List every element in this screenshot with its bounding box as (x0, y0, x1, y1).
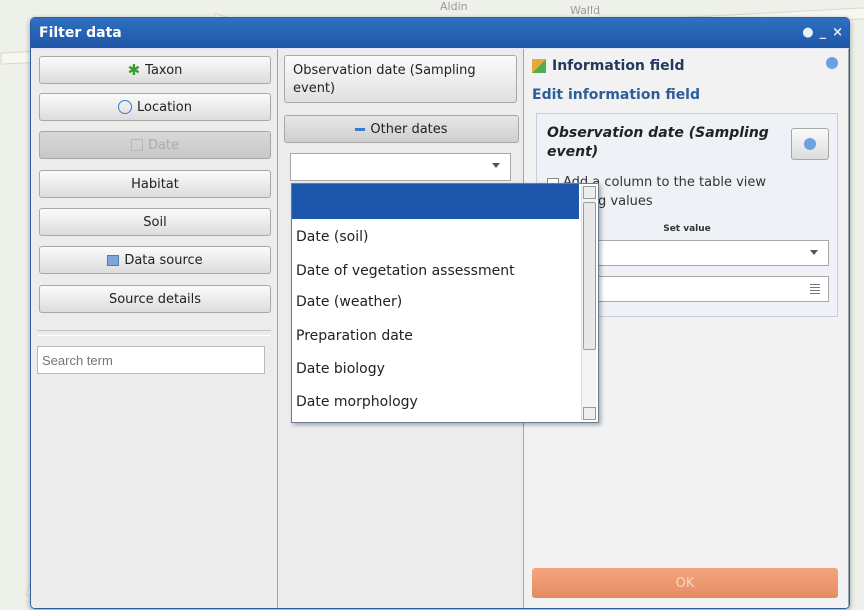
map-label: Walld (570, 4, 601, 17)
dropdown-item[interactable]: Date biology (296, 361, 576, 377)
dropdown-item-selected[interactable] (292, 184, 579, 219)
field-help-button[interactable] (791, 128, 829, 160)
search-input[interactable] (37, 346, 265, 374)
source-details-button-label: Source details (108, 291, 202, 307)
information-field-header: Information field (532, 55, 840, 77)
scroll-thumb[interactable] (583, 202, 596, 350)
location-button[interactable]: Location (39, 93, 271, 121)
habitat-button-label: Habitat (131, 176, 179, 192)
window-tools: ● _ × (802, 18, 843, 48)
taxon-button[interactable]: ✱ Taxon (39, 56, 271, 84)
chevron-down-icon[interactable] (810, 250, 818, 255)
dropdown-item[interactable]: Date of vegetation assessment (296, 263, 576, 279)
dropdown-item[interactable]: Date (soil) (296, 229, 576, 245)
location-button-label: Location (137, 99, 192, 115)
map-label: Aldin (440, 0, 468, 13)
data-source-button[interactable]: Data source (39, 246, 271, 274)
help-icon[interactable]: ● (802, 18, 813, 48)
dropdown-item[interactable]: Preparation date (296, 328, 576, 344)
window-title: Filter data (39, 25, 122, 41)
scroll-up-icon[interactable] (583, 186, 596, 199)
ok-button[interactable]: OK (532, 568, 838, 598)
other-dates-label: Other dates (370, 121, 448, 137)
edit-information-field-title: Edit information field (532, 87, 701, 103)
other-dates-combobox[interactable] (290, 153, 511, 181)
soil-button[interactable]: Soil (39, 208, 271, 236)
date-button[interactable]: Date (39, 131, 271, 159)
chevron-down-icon[interactable] (492, 163, 500, 168)
panel-divider (37, 330, 271, 336)
data-source-button-label: Data source (124, 252, 203, 268)
database-icon (107, 254, 120, 266)
dropdown-item[interactable]: Date morphology (296, 394, 576, 410)
location-icon (118, 100, 132, 114)
filter-category-panel: ✱ Taxon Location Date Habitat Soil Data … (31, 49, 278, 608)
information-field-title: Information field (552, 58, 685, 74)
observation-date-button[interactable]: Observation date (Sampling event) (284, 55, 517, 103)
window-titlebar[interactable]: Filter data ● _ × (31, 18, 849, 48)
scroll-down-icon[interactable] (583, 407, 596, 420)
calendar-icon (130, 139, 143, 151)
other-dates-dropdown-list: Date (soil) Date of vegetation assessmen… (291, 183, 599, 423)
taxon-button-label: Taxon (145, 62, 183, 78)
minimize-icon[interactable]: _ (820, 18, 827, 48)
dropdown-scrollbar[interactable] (581, 186, 596, 420)
dropdown-item[interactable]: Date (weather) (296, 294, 576, 310)
other-dates-button[interactable]: Other dates (284, 115, 519, 143)
source-details-button[interactable]: Source details (39, 285, 271, 313)
help-icon (804, 138, 816, 150)
habitat-button[interactable]: Habitat (39, 170, 271, 198)
field-name: Observation date (Sampling event) (547, 125, 769, 160)
list-icon[interactable] (810, 284, 820, 294)
collapse-icon (355, 127, 366, 131)
soil-button-label: Soil (143, 214, 167, 230)
date-button-label: Date (147, 137, 180, 153)
information-field-icon (532, 59, 546, 73)
observation-date-label: Observation date (Sampling event) (293, 63, 476, 96)
panel-help-icon[interactable] (826, 57, 838, 69)
taxon-icon: ✱ (127, 61, 141, 79)
close-icon[interactable]: × (832, 18, 843, 48)
